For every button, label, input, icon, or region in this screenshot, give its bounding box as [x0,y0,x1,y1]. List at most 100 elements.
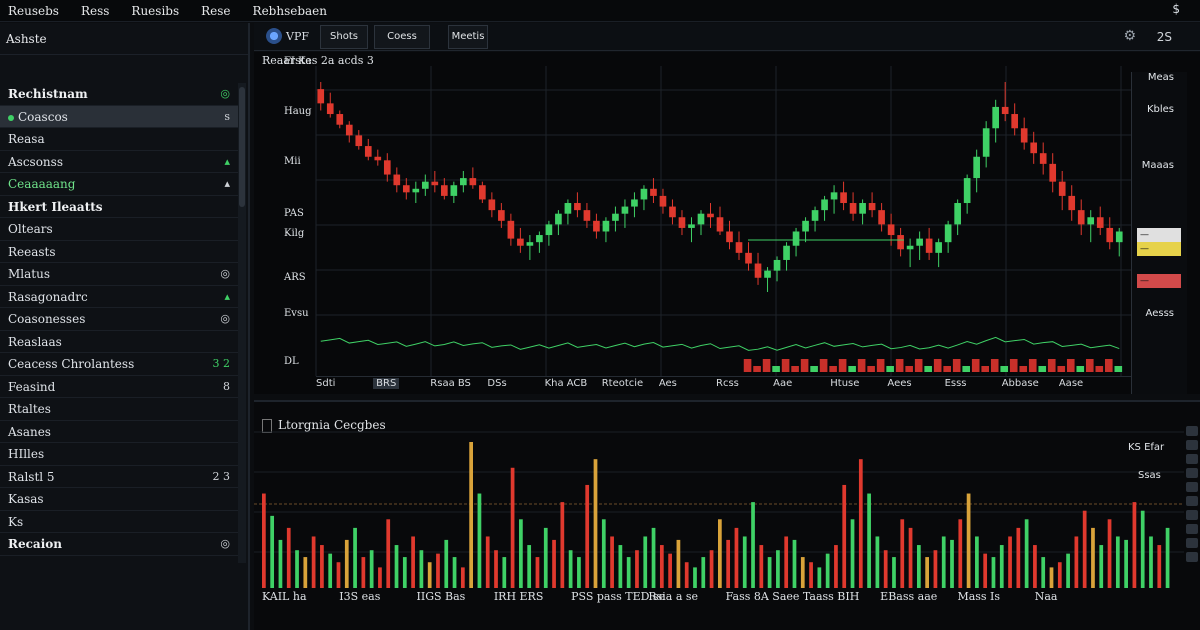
candle-body[interactable] [821,199,828,211]
volume-bar[interactable] [1091,527,1095,588]
watchlist-row[interactable]: Reasa [0,128,238,151]
candle-body[interactable] [1011,114,1019,129]
volume-bar[interactable] [668,553,672,588]
volume-bar[interactable] [1082,510,1087,588]
volume-bar[interactable] [610,536,614,588]
candle-body[interactable] [517,238,524,246]
candle-body[interactable] [507,220,515,239]
candle-body[interactable] [345,124,353,136]
watchlist-row[interactable]: Ceaaaaang ▴ [0,173,238,196]
volume-bar[interactable] [858,459,863,588]
volume-bar[interactable] [1099,545,1104,588]
candle-body[interactable] [336,114,344,125]
volume-bar[interactable] [809,562,813,588]
candle-body[interactable] [650,188,657,196]
candle-body[interactable] [640,188,648,200]
candle-body[interactable] [1068,195,1076,211]
volume-bar[interactable] [1049,567,1054,588]
volume-bar[interactable] [411,536,415,588]
watchlist-row[interactable]: Rasagonadrc ▴ [0,286,238,308]
candle-body[interactable] [402,185,410,193]
volume-bar[interactable] [825,553,830,588]
volume-bar[interactable] [344,539,349,588]
candle-body[interactable] [659,195,667,207]
volume-bar[interactable] [361,557,366,588]
candle-body[interactable] [498,210,505,221]
volume-bar[interactable] [1057,562,1062,588]
volume-bar[interactable] [543,527,548,588]
volume-bar[interactable] [328,553,333,588]
volume-bar-chart[interactable] [254,402,1184,602]
candle-body[interactable] [1030,142,1038,154]
volume-bar[interactable] [1041,557,1046,588]
candle-body[interactable] [935,242,942,253]
volume-bar[interactable] [676,539,681,588]
candle-body[interactable] [564,203,572,214]
candle-body[interactable] [1058,181,1066,196]
volume-bar[interactable] [892,557,896,588]
volume-time-axis[interactable]: KAIL ha I3S eas IIGS Bas IRH ERS PSS pass TE… [254,588,1200,606]
volume-bar[interactable] [900,519,905,588]
candle-body[interactable] [735,242,743,253]
volume-bar[interactable] [311,536,316,588]
candle-body[interactable] [621,206,629,214]
candle-body[interactable] [374,156,382,161]
volume-bar[interactable] [950,539,954,588]
candle-body[interactable] [460,178,467,186]
volume-bar[interactable] [502,557,507,588]
volume-bar[interactable] [336,562,341,588]
candle-body[interactable] [697,213,705,225]
volume-bar[interactable] [784,536,789,588]
candle-body[interactable] [574,203,581,211]
candle-body[interactable] [583,210,591,221]
volume-bar[interactable] [908,527,913,588]
volume-bar[interactable] [601,519,606,588]
candle-body[interactable] [1001,106,1009,115]
candle-body[interactable] [1106,227,1114,243]
volume-bar[interactable] [991,557,996,588]
volume-bar[interactable] [452,557,457,588]
candle-body[interactable] [1039,153,1047,164]
candle-body[interactable] [1115,231,1123,243]
volume-bar[interactable] [842,484,847,588]
candle-body[interactable] [773,259,781,271]
candle-body[interactable] [887,224,895,236]
candle-body[interactable] [317,89,325,104]
scrollbar-thumb[interactable] [239,87,245,207]
volume-bar[interactable] [751,502,755,588]
watchlist-row[interactable]: Kasas [0,488,238,511]
candle-body[interactable] [450,185,458,196]
volume-bar[interactable] [386,519,391,588]
volume-bar[interactable] [626,557,631,588]
volume-bar[interactable] [469,442,474,588]
toolbar-button-coess[interactable]: Coess [374,25,430,49]
candle-body[interactable] [631,199,638,207]
volume-bar[interactable] [800,557,805,588]
candle-body[interactable] [849,203,857,214]
volume-bar[interactable] [585,484,590,588]
volume-bar[interactable] [419,550,424,588]
candle-body[interactable] [925,238,933,253]
candle-body[interactable] [830,192,838,200]
candle-body[interactable] [944,224,952,243]
volume-bar[interactable] [684,562,689,588]
volume-bar[interactable] [883,550,888,588]
volume-bar[interactable] [958,519,963,588]
time-axis[interactable]: Sdti BRS Rsaa BS DSs Kha ACB Rteotcie Aes Rcss A… [316,376,1131,392]
toolbar-right-label[interactable]: 2S [1157,30,1172,44]
candle-body[interactable] [421,181,429,189]
volume-bar[interactable] [767,557,772,588]
volume-bar[interactable] [875,536,880,588]
menu-item-3[interactable]: Rese [193,4,238,18]
volume-side-controls[interactable] [1184,422,1200,602]
candle-body[interactable] [1096,217,1104,228]
volume-bar[interactable] [436,553,440,588]
volume-bar[interactable] [510,467,515,588]
candle-body[interactable] [764,270,771,278]
price-chart-panel[interactable]: Reaarstes 2a acds 3 FI Ka Haug Mii PAS Kilg A… [254,52,1200,394]
watchlist-row[interactable]: Coasonesses ◎ [0,308,238,331]
volume-bar[interactable] [1124,539,1128,588]
watchlist-row[interactable]: Hkert Ileaatts [0,196,238,218]
volume-bar[interactable] [709,550,714,588]
toolbar-button-meetis[interactable]: Meetis [448,25,488,49]
